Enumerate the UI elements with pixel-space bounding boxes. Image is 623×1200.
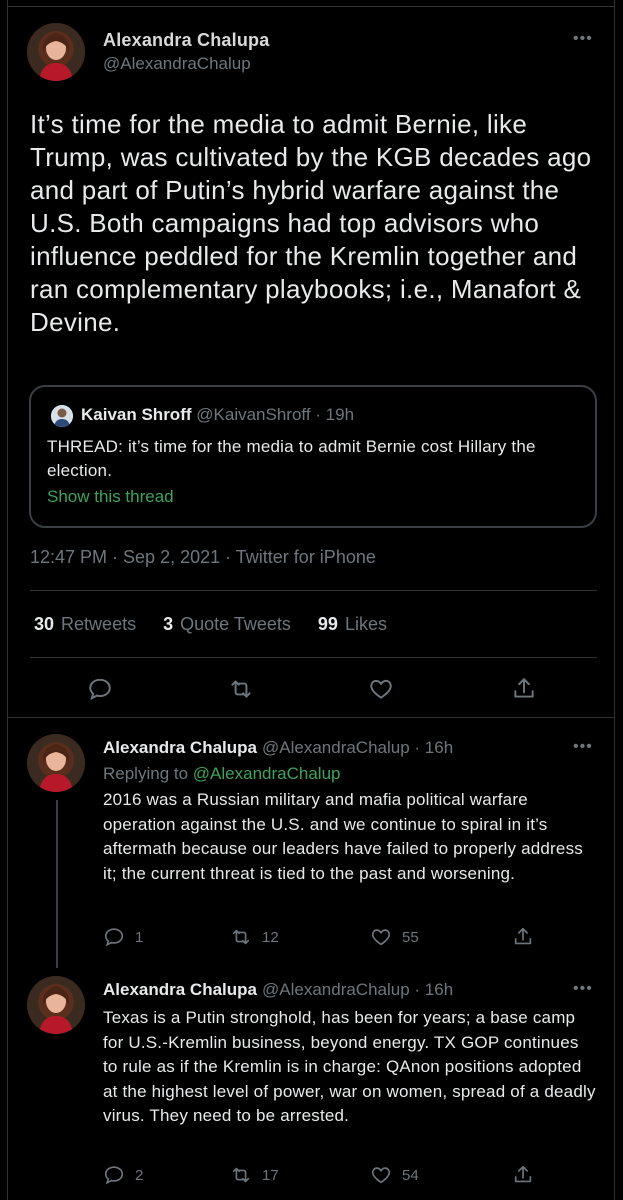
reply-author-name[interactable]: Alexandra Chalupa [103,980,257,999]
retweet-icon [232,1167,250,1183]
replying-to-link[interactable]: @AlexandraChalup [193,764,341,783]
tweet-timestamp[interactable]: 12:47 PM · Sep 2, 2021 · Twitter for iPh… [30,547,376,568]
quote-author-avatar [51,405,73,427]
quote-author-handle: @KaivanShroff · 19h [196,405,355,424]
like-count: 55 [402,928,419,946]
tweet-separator [7,717,615,718]
quote-header: Kaivan Shroff @KaivanShroff · 19h [81,405,354,425]
share-icon [514,927,532,945]
reply-header: Alexandra Chalupa @AlexandraChalup · 16h [103,738,453,758]
quoted-tweet[interactable]: Kaivan Shroff @KaivanShroff · 19h THREAD… [29,385,597,528]
like-icon [371,1167,391,1184]
tweet-stats: 30 Retweets 3 Quote Tweets 99 Likes [34,614,409,635]
author-avatar-image [27,23,85,81]
share-action[interactable] [512,1164,534,1186]
retweet-action[interactable]: 17 [230,1164,279,1186]
reply-icon [104,928,124,947]
like-count: 54 [402,1166,419,1184]
divider [30,657,597,658]
reply-more-options-icon[interactable]: ••• [573,980,593,998]
retweet-icon [232,929,250,945]
quote-text: THREAD: it’s time for the media to admit… [47,437,536,480]
share-icon [514,1165,532,1183]
reply-icon [104,1166,124,1185]
reply-action[interactable]: 2 [103,1164,143,1186]
retweets-stat[interactable]: 30 Retweets [34,614,136,634]
divider [30,590,597,591]
quote-author-name: Kaivan Shroff [81,405,192,424]
like-action[interactable]: 54 [370,1164,419,1186]
reply-count: 2 [135,1166,144,1184]
reply-author-avatar[interactable] [27,976,85,1034]
retweet-count: 12 [262,928,279,946]
reply-author-avatar[interactable] [27,734,85,792]
replying-to: Replying to @AlexandraChalup [103,764,341,783]
reply-text: 2016 was a Russian military and mafia po… [103,790,583,883]
like-icon [371,929,391,946]
likes-stat[interactable]: 99 Likes [318,614,387,634]
quote-tweets-stat[interactable]: 3 Quote Tweets [163,614,291,634]
author-name[interactable]: Alexandra Chalupa [103,30,269,51]
author-avatar[interactable] [27,23,85,81]
reply-more-options-icon[interactable]: ••• [573,738,593,756]
reply-author-name[interactable]: Alexandra Chalupa [103,738,257,757]
reply-count: 1 [135,928,144,946]
retweet-icon[interactable] [228,676,254,702]
retweet-action[interactable]: 12 [230,926,279,948]
reply-author-meta[interactable]: @AlexandraChalup · 16h [262,980,453,999]
like-action[interactable]: 55 [370,926,419,948]
share-icon[interactable] [511,676,537,702]
retweet-count: 17 [262,1166,279,1184]
reply-icon[interactable] [87,676,113,702]
more-options-icon[interactable]: ••• [573,30,593,48]
show-thread-link[interactable]: Show this thread [47,487,174,507]
reply-author-meta[interactable]: @AlexandraChalup · 16h [262,738,453,757]
reply-header: Alexandra Chalupa @AlexandraChalup · 16h [103,980,453,1000]
share-action[interactable] [512,926,534,948]
like-icon[interactable] [368,676,394,702]
reply-text: Texas is a Putin stronghold, has been fo… [103,1008,596,1126]
thread-connector-line [56,800,58,968]
reply-action[interactable]: 1 [103,926,143,948]
tweet-text: It’s time for the media to admit Bernie,… [30,109,592,337]
author-handle[interactable]: @AlexandraChalup [103,54,251,74]
top-border [7,6,615,7]
